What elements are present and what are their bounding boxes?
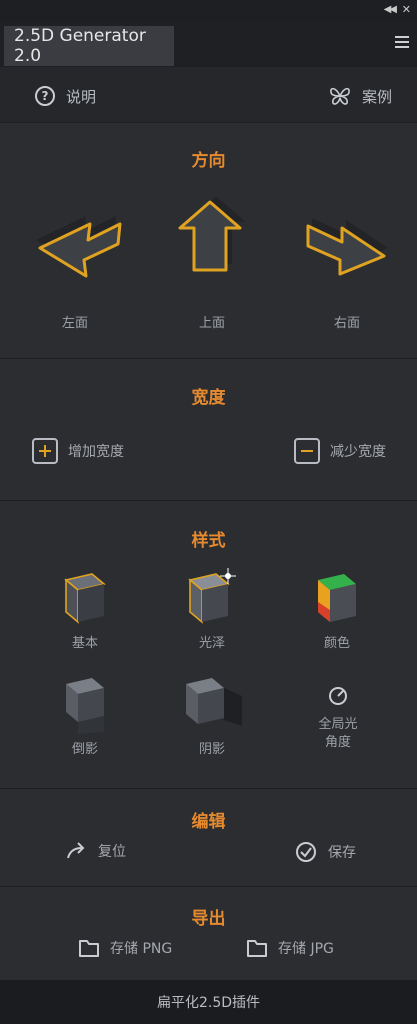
global-light-label-line1: 全局光 — [318, 717, 358, 732]
save-button[interactable]: 保存 — [294, 840, 356, 864]
arrow-up-button[interactable] — [170, 196, 250, 286]
close-icon[interactable]: ✕ — [402, 3, 411, 16]
svg-text:?: ? — [42, 89, 49, 103]
style-basic-button[interactable] — [60, 566, 110, 626]
folder-icon — [247, 940, 267, 957]
style-shadow-label: 阴影 — [198, 742, 225, 757]
arrow-left-icon — [36, 216, 122, 278]
cube-shadow-icon — [186, 678, 242, 726]
panel-title: 2.5D Generator 2.0 — [14, 26, 146, 66]
style-color-button[interactable] — [312, 566, 362, 626]
cube-gloss-icon — [188, 568, 236, 624]
style-title: 样式 — [191, 531, 226, 551]
tab-bar: 2.5D Generator 2.0 — [0, 22, 417, 66]
style-reflection-button[interactable] — [60, 670, 110, 734]
decrease-width-label: 减少宽度 — [330, 444, 386, 460]
minus-icon — [294, 438, 320, 464]
arrow-right-icon — [306, 218, 388, 276]
panel-menu-icon[interactable] — [395, 36, 409, 48]
style-basic-label: 基本 — [71, 636, 98, 651]
style-color-label: 颜色 — [323, 636, 350, 651]
increase-width-button[interactable]: 增加宽度 — [32, 438, 124, 464]
folder-icon — [79, 940, 99, 957]
arrow-left-button[interactable] — [28, 200, 128, 286]
increase-width-label: 增加宽度 — [68, 444, 124, 460]
cube-basic-icon — [64, 573, 106, 624]
arrow-up-icon — [178, 196, 246, 272]
cube-color-icon — [318, 574, 356, 622]
help-button[interactable]: ? 说明 — [34, 85, 96, 107]
nav-bar: ? 说明 案例 — [0, 66, 417, 123]
edit-title: 编辑 — [191, 812, 226, 832]
save-jpg-button[interactable]: 存储 JPG — [246, 938, 334, 958]
save-png-button[interactable]: 存储 PNG — [78, 938, 172, 958]
direction-right-label: 右面 — [333, 316, 360, 331]
width-title: 宽度 — [191, 388, 226, 408]
reset-arrow-icon — [67, 842, 85, 859]
help-label: 说明 — [66, 87, 97, 106]
save-png-label: 存储 PNG — [110, 941, 173, 957]
panel-top-strip: ◀◀ ✕ — [0, 0, 417, 22]
direction-left-label: 左面 — [61, 316, 88, 331]
export-title: 导出 — [191, 909, 226, 929]
plus-icon — [32, 438, 58, 464]
checkmark-circle-icon — [296, 842, 316, 862]
style-gloss-label: 光泽 — [198, 636, 225, 651]
style-gloss-button[interactable] — [184, 566, 240, 626]
cube-reflection-icon — [66, 678, 104, 734]
direction-title: 方向 — [191, 151, 226, 171]
panel-tab[interactable]: 2.5D Generator 2.0 — [4, 26, 174, 66]
reset-label: 复位 — [98, 844, 126, 860]
examples-label: 案例 — [362, 87, 393, 106]
examples-button[interactable]: 案例 — [328, 85, 392, 107]
footer-bar: 扁平化2.5D插件 — [0, 980, 417, 1024]
save-jpg-label: 存储 JPG — [278, 941, 334, 957]
save-label: 保存 — [328, 845, 356, 861]
global-light-button[interactable] — [326, 684, 350, 708]
collapse-icon[interactable]: ◀◀ — [384, 4, 397, 15]
style-reflection-label: 倒影 — [71, 742, 98, 757]
footer-text: 扁平化2.5D插件 — [156, 995, 261, 1011]
direction-up-label: 上面 — [198, 316, 225, 331]
help-icon: ? — [35, 86, 55, 106]
decrease-width-button[interactable]: 减少宽度 — [294, 438, 386, 464]
reset-button[interactable]: 复位 — [64, 840, 126, 862]
global-light-label-line2: 角度 — [324, 735, 351, 750]
global-light-icon — [329, 687, 347, 705]
arrow-right-button[interactable] — [296, 200, 396, 286]
global-light-label: 全局光 角度 — [310, 716, 366, 752]
butterfly-icon — [330, 87, 350, 105]
style-shadow-button[interactable] — [180, 670, 244, 730]
